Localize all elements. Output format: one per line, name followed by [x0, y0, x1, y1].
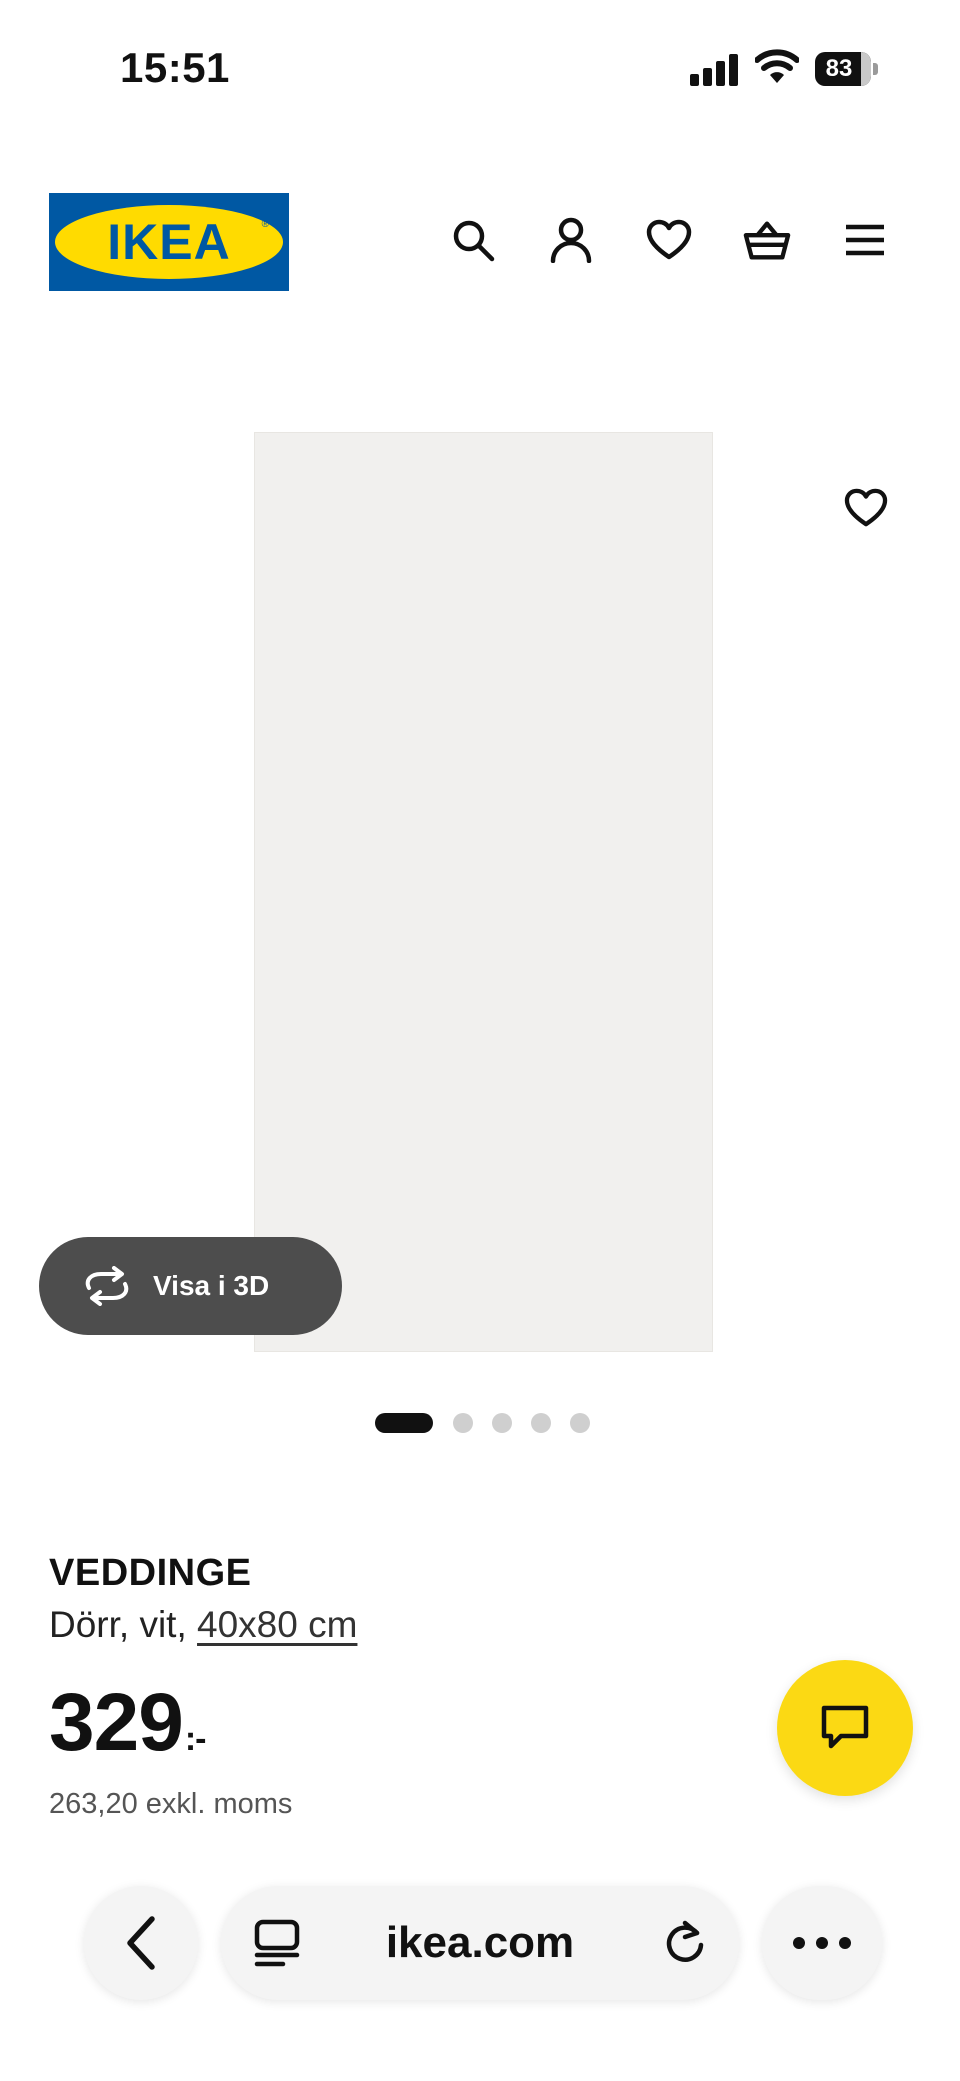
ikea-logo[interactable]: IKEA ® [49, 193, 289, 291]
carousel-dot[interactable] [453, 1413, 473, 1433]
add-to-favorites-button[interactable] [832, 474, 900, 542]
user-icon[interactable] [547, 216, 595, 264]
url-domain: ikea.com [385, 1918, 575, 1967]
back-button[interactable] [84, 1886, 198, 2000]
logo-wordmark: IKEA [107, 214, 231, 270]
carousel-dot[interactable] [570, 1413, 590, 1433]
product-name: VEDDINGE [49, 1552, 252, 1594]
search-icon[interactable] [449, 216, 497, 264]
carousel-dot[interactable] [492, 1413, 512, 1433]
signal-icon [690, 52, 740, 86]
chevron-left-icon [127, 1916, 155, 1970]
reload-icon[interactable] [661, 1919, 709, 1967]
view-in-3d-label: Visa i 3D [153, 1270, 270, 1301]
logo-registered-mark: ® [261, 219, 269, 230]
product-price: 329:- [49, 1682, 207, 1764]
price-value: 329 [49, 1677, 184, 1768]
carousel-dot[interactable] [375, 1413, 433, 1433]
tab-reader-icon [254, 1919, 300, 1967]
product-description: Dörr, vit, 40x80 cm [49, 1604, 357, 1646]
size-link[interactable]: 40x80 cm [197, 1604, 357, 1645]
carousel-dot[interactable] [531, 1413, 551, 1433]
chat-button[interactable] [777, 1660, 913, 1796]
heart-icon [844, 488, 888, 527]
rotate-3d-icon [85, 1266, 129, 1306]
menu-icon[interactable] [841, 216, 889, 264]
battery-level: 83 [825, 55, 853, 82]
wifi-icon [754, 48, 800, 86]
price-suffix: :- [184, 1720, 207, 1758]
view-in-3d-button[interactable]: Visa i 3D [39, 1237, 342, 1335]
basket-icon[interactable] [743, 216, 791, 264]
address-bar[interactable]: ikea.com [221, 1886, 739, 2000]
price-excl-vat: 263,20 exkl. moms [49, 1788, 293, 1820]
product-description-text: Dörr, vit, [49, 1604, 198, 1645]
battery-icon: 83 [815, 52, 879, 86]
more-button[interactable] [762, 1886, 882, 2000]
status-time: 15:51 [120, 44, 230, 91]
ellipsis-icon [793, 1937, 851, 1949]
chat-icon [821, 1705, 869, 1749]
product-image[interactable] [254, 432, 713, 1352]
heart-icon[interactable] [645, 216, 693, 264]
